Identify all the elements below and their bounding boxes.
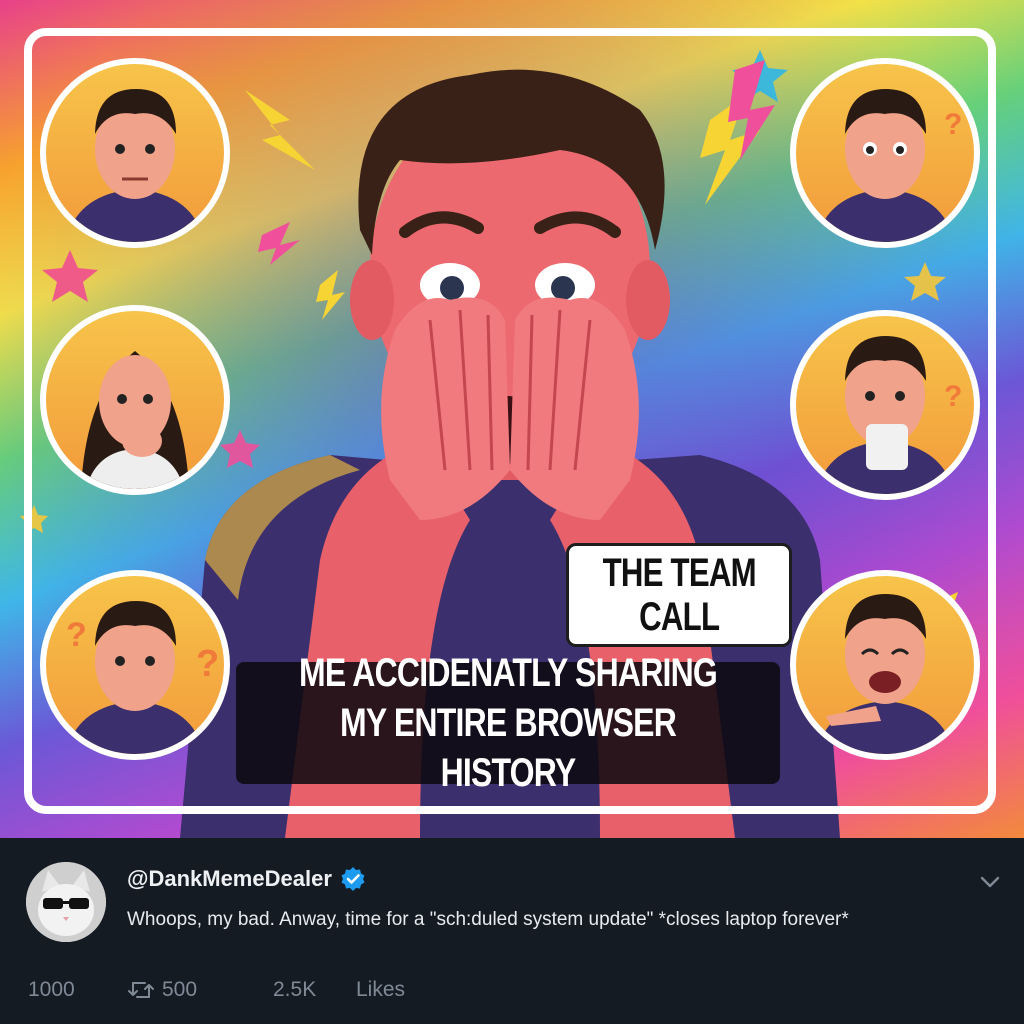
- caption-team-call-text: THE TEAM CALL: [602, 551, 756, 639]
- chevron-down-icon[interactable]: [976, 868, 1004, 896]
- username-row: @DankMemeDealer: [127, 866, 366, 892]
- tweet-post: ?? ? ? THE TEAM CALL ME ACCIDENATLY SHAR…: [0, 0, 1024, 1024]
- avatar[interactable]: [26, 862, 106, 942]
- tweet-footer: @DankMemeDealer Whoops, my bad. Anway, t…: [0, 838, 1024, 1024]
- like-count[interactable]: 2.5K: [273, 975, 316, 1005]
- verified-badge-icon: [341, 867, 365, 891]
- username[interactable]: @DankMemeDealer: [127, 866, 332, 892]
- retweet-icon[interactable]: [126, 978, 156, 1002]
- cat-with-sunglasses-icon: [26, 862, 106, 942]
- meme-image[interactable]: ?? ? ? THE TEAM CALL ME ACCIDENATLY SHAR…: [0, 0, 1024, 838]
- tweet-text: Whoops, my bad. Anway, time for a "sch:d…: [127, 909, 849, 930]
- caption-main-text: ME ACCIDENATLY SHARING MY ENTIRE BROWSER…: [299, 651, 718, 795]
- caption-team-call: THE TEAM CALL: [566, 543, 792, 647]
- reply-count[interactable]: 1000: [28, 975, 75, 1005]
- caption-main: ME ACCIDENATLY SHARING MY ENTIRE BROWSER…: [236, 651, 780, 795]
- likes-label[interactable]: Likes: [356, 975, 405, 1005]
- tweet-stats: 1000 500 2.5K Likes: [0, 975, 1024, 1005]
- retweet-count[interactable]: 500: [162, 975, 197, 1005]
